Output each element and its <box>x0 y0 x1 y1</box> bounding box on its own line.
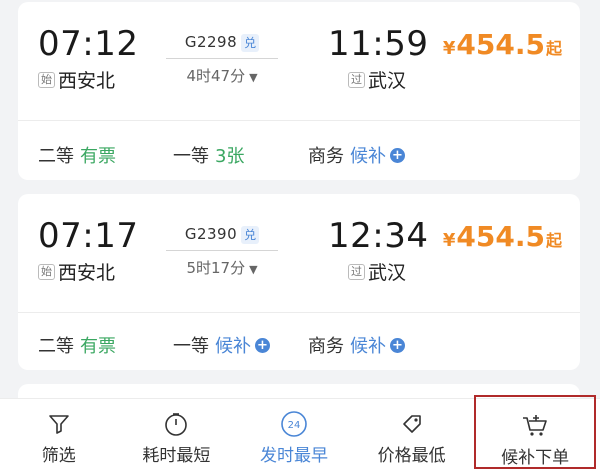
exchange-badge: 兑 <box>241 34 260 52</box>
tab-earliest-departure[interactable]: 24 发时最早 <box>235 399 353 471</box>
seat-status: 有票 <box>80 336 116 357</box>
seat-second-class[interactable]: 二等 有票 <box>38 332 173 358</box>
arrival-station-name: 武汉 <box>368 262 407 284</box>
tab-label: 候补下单 <box>501 448 570 468</box>
price-value: 454.5 <box>456 28 545 61</box>
price-suffix: 起 <box>545 39 562 58</box>
seat-class-label: 一等 <box>173 336 209 357</box>
seat-availability: 二等 有票 一等 3张 商务 候补 + <box>38 142 560 168</box>
tab-waitlist-order[interactable]: 候补下单 <box>474 395 596 469</box>
divider <box>18 312 580 313</box>
seat-availability: 二等 有票 一等 候补 + 商务 候补 + <box>38 332 560 358</box>
origin-tag: 始 <box>38 71 55 88</box>
exchange-badge: 兑 <box>241 226 260 244</box>
tab-filter[interactable]: 筛选 <box>0 399 118 471</box>
duration: 5时17分 <box>186 259 246 277</box>
seat-class-label: 商务 <box>308 146 344 167</box>
price-value: 454.5 <box>456 220 545 253</box>
caret-down-icon[interactable]: ▼ <box>249 263 257 276</box>
train-card[interactable]: 07:17 始 西安北 G2390 兑 5时17分 ▼ 12:34 过 武汉 ¥45… <box>18 194 580 370</box>
arrival-station-name: 武汉 <box>368 70 407 92</box>
clock-24-icon: 24 <box>280 411 308 437</box>
seat-status: 候补 <box>350 336 386 357</box>
seat-first-class[interactable]: 一等 3张 <box>173 142 308 168</box>
route-line <box>166 250 278 251</box>
tab-label: 筛选 <box>41 446 76 466</box>
passing-tag: 过 <box>348 71 365 88</box>
caret-down-icon[interactable]: ▼ <box>249 71 257 84</box>
arrival-time: 11:59 <box>328 24 429 64</box>
train-info[interactable]: G2390 兑 5时17分 ▼ <box>166 224 278 278</box>
origin-tag: 始 <box>38 263 55 280</box>
seat-first-class[interactable]: 一等 候补 + <box>173 332 308 358</box>
add-waitlist-icon[interactable]: + <box>390 337 405 353</box>
arrival-station: 过 武汉 <box>348 258 406 285</box>
departure-station: 始 西安北 <box>38 258 115 285</box>
tab-label: 耗时最短 <box>142 446 211 466</box>
add-waitlist-icon[interactable]: + <box>255 337 270 353</box>
seat-status: 3张 <box>215 146 245 167</box>
price: ¥454.5起 <box>443 220 562 253</box>
departure-station: 始 西安北 <box>38 66 115 93</box>
departure-station-name: 西安北 <box>58 70 116 92</box>
seat-class-label: 二等 <box>38 146 74 167</box>
cart-add-icon <box>521 413 549 439</box>
train-card[interactable]: 07:12 始 西安北 G2298 兑 4时47分 ▼ 11:59 过 武汉 ¥45… <box>18 2 580 180</box>
train-info[interactable]: G2298 兑 4时47分 ▼ <box>166 32 278 86</box>
filter-icon <box>47 411 71 437</box>
tab-shortest-duration[interactable]: 耗时最短 <box>118 399 236 471</box>
add-waitlist-icon[interactable]: + <box>390 147 405 163</box>
seat-business-class[interactable]: 商务 候补 + <box>308 332 405 358</box>
tab-lowest-price[interactable]: 价格最低 <box>353 399 471 471</box>
arrival-time: 12:34 <box>328 216 429 256</box>
seat-status: 候补 <box>350 146 386 167</box>
currency-symbol: ¥ <box>442 230 456 251</box>
price-suffix: 起 <box>545 231 562 250</box>
train-number: G2390 <box>184 225 238 243</box>
departure-station-name: 西安北 <box>58 262 116 284</box>
tab-label: 价格最低 <box>377 446 446 466</box>
passing-tag: 过 <box>348 263 365 280</box>
arrival-station: 过 武汉 <box>348 66 406 93</box>
duration: 4时47分 <box>186 67 246 85</box>
seat-business-class[interactable]: 商务 候补 + <box>308 142 405 168</box>
divider <box>18 120 580 121</box>
clock-badge-text: 24 <box>288 420 301 431</box>
seat-status: 有票 <box>80 146 116 167</box>
departure-time: 07:17 <box>38 216 139 256</box>
price: ¥454.5起 <box>443 28 562 61</box>
seat-class-label: 一等 <box>173 146 209 167</box>
departure-time: 07:12 <box>38 24 139 64</box>
price-tag-icon <box>399 411 425 437</box>
seat-class-label: 二等 <box>38 336 74 357</box>
seat-status: 候补 <box>215 336 251 357</box>
timer-icon <box>163 411 189 437</box>
currency-symbol: ¥ <box>442 38 456 59</box>
tab-label: 发时最早 <box>259 446 328 466</box>
seat-second-class[interactable]: 二等 有票 <box>38 142 173 168</box>
seat-class-label: 商务 <box>308 336 344 357</box>
bottom-toolbar: 筛选 耗时最短 24 发时最早 价格最低 候补下单 <box>0 395 600 471</box>
route-line <box>166 58 278 59</box>
train-number: G2298 <box>184 33 238 51</box>
